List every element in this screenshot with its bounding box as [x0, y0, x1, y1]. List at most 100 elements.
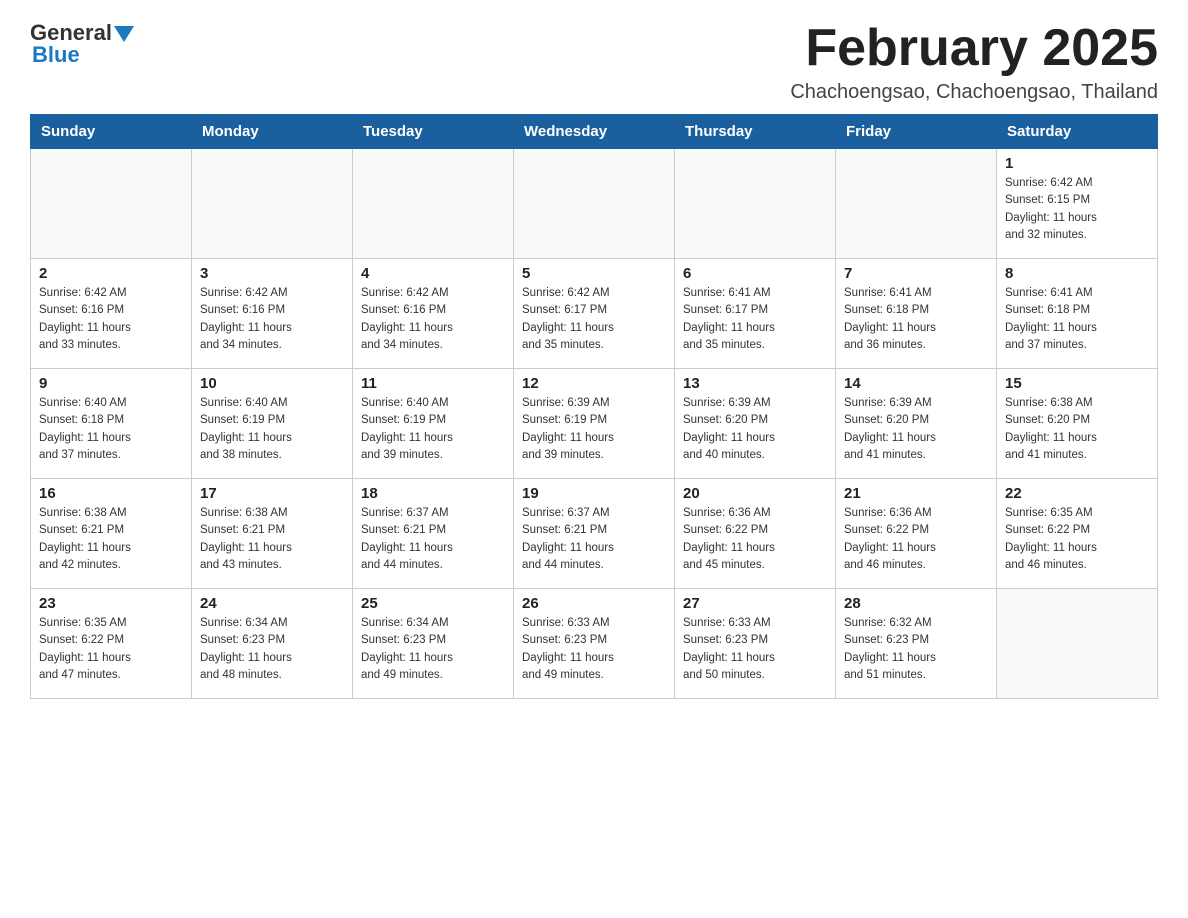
title-area: February 2025 Chachoengsao, Chachoengsao…: [790, 20, 1158, 104]
calendar-cell: 17 Sunrise: 6:38 AMSunset: 6:21 PMDayligh…: [192, 479, 353, 589]
calendar-cell: 22 Sunrise: 6:35 AMSunset: 6:22 PMDayligh…: [997, 479, 1158, 589]
day-number: 24: [200, 595, 344, 612]
calendar-cell: 12 Sunrise: 6:39 AMSunset: 6:19 PMDayligh…: [514, 369, 675, 479]
day-number: 2: [39, 265, 183, 282]
day-info: Sunrise: 6:42 AMSunset: 6:16 PMDaylight:…: [200, 285, 344, 354]
day-info: Sunrise: 6:42 AMSunset: 6:15 PMDaylight:…: [1005, 175, 1149, 244]
calendar-cell: [192, 149, 353, 259]
day-number: 21: [844, 485, 988, 502]
calendar-cell: 9 Sunrise: 6:40 AMSunset: 6:18 PMDaylight…: [31, 369, 192, 479]
col-monday: Monday: [192, 115, 353, 149]
calendar-cell: 20 Sunrise: 6:36 AMSunset: 6:22 PMDayligh…: [675, 479, 836, 589]
calendar-cell: [353, 149, 514, 259]
day-number: 4: [361, 265, 505, 282]
calendar-table: Sunday Monday Tuesday Wednesday Thursday…: [30, 114, 1158, 699]
logo-triangle-icon: [114, 26, 134, 42]
calendar-cell: 13 Sunrise: 6:39 AMSunset: 6:20 PMDayligh…: [675, 369, 836, 479]
calendar-cell: 18Sunrise: 6:37 AMSunset: 6:21 PMDayligh…: [353, 479, 514, 589]
day-info: Sunrise: 6:39 AMSunset: 6:19 PMDaylight:…: [522, 395, 666, 464]
calendar-week-row: 9 Sunrise: 6:40 AMSunset: 6:18 PMDaylight…: [31, 369, 1158, 479]
day-info: Sunrise: 6:35 AMSunset: 6:22 PMDaylight:…: [39, 615, 183, 684]
day-number: 15: [1005, 375, 1149, 392]
location-title: Chachoengsao, Chachoengsao, Thailand: [790, 81, 1158, 104]
month-title: February 2025: [790, 20, 1158, 77]
day-number: 5: [522, 265, 666, 282]
day-info: Sunrise: 6:42 AMSunset: 6:17 PMDaylight:…: [522, 285, 666, 354]
calendar-cell: 6Sunrise: 6:41 AMSunset: 6:17 PMDaylight…: [675, 259, 836, 369]
day-info: Sunrise: 6:36 AMSunset: 6:22 PMDaylight:…: [844, 505, 988, 574]
col-friday: Friday: [836, 115, 997, 149]
day-number: 8: [1005, 265, 1149, 282]
logo-blue-text: Blue: [30, 42, 80, 68]
day-number: 27: [683, 595, 827, 612]
col-tuesday: Tuesday: [353, 115, 514, 149]
calendar-cell: 1Sunrise: 6:42 AMSunset: 6:15 PMDaylight…: [997, 149, 1158, 259]
col-wednesday: Wednesday: [514, 115, 675, 149]
day-number: 6: [683, 265, 827, 282]
day-info: Sunrise: 6:40 AMSunset: 6:18 PMDaylight:…: [39, 395, 183, 464]
calendar-cell: [997, 589, 1158, 699]
calendar-cell: 27Sunrise: 6:33 AMSunset: 6:23 PMDayligh…: [675, 589, 836, 699]
day-number: 20: [683, 485, 827, 502]
logo: General Blue: [30, 20, 134, 68]
calendar-cell: [514, 149, 675, 259]
day-info: Sunrise: 6:40 AMSunset: 6:19 PMDaylight:…: [361, 395, 505, 464]
calendar-week-row: 16 Sunrise: 6:38 AMSunset: 6:21 PMDayligh…: [31, 479, 1158, 589]
day-info: Sunrise: 6:37 AMSunset: 6:21 PMDaylight:…: [361, 505, 505, 574]
day-number: 19: [522, 485, 666, 502]
calendar-cell: 11 Sunrise: 6:40 AMSunset: 6:19 PMDayligh…: [353, 369, 514, 479]
day-number: 25: [361, 595, 505, 612]
calendar-cell: 10 Sunrise: 6:40 AMSunset: 6:19 PMDayligh…: [192, 369, 353, 479]
calendar-cell: 21 Sunrise: 6:36 AMSunset: 6:22 PMDayligh…: [836, 479, 997, 589]
calendar-cell: [31, 149, 192, 259]
calendar-cell: 23Sunrise: 6:35 AMSunset: 6:22 PMDayligh…: [31, 589, 192, 699]
day-info: Sunrise: 6:38 AMSunset: 6:21 PMDaylight:…: [39, 505, 183, 574]
calendar-cell: [836, 149, 997, 259]
calendar-cell: 4Sunrise: 6:42 AMSunset: 6:16 PMDaylight…: [353, 259, 514, 369]
col-saturday: Saturday: [997, 115, 1158, 149]
calendar-cell: 28 Sunrise: 6:32 AMSunset: 6:23 PMDayligh…: [836, 589, 997, 699]
day-info: Sunrise: 6:40 AMSunset: 6:19 PMDaylight:…: [200, 395, 344, 464]
day-info: Sunrise: 6:39 AMSunset: 6:20 PMDaylight:…: [844, 395, 988, 464]
day-number: 13: [683, 375, 827, 392]
day-info: Sunrise: 6:35 AMSunset: 6:22 PMDaylight:…: [1005, 505, 1149, 574]
day-info: Sunrise: 6:34 AMSunset: 6:23 PMDaylight:…: [200, 615, 344, 684]
day-number: 22: [1005, 485, 1149, 502]
calendar-cell: 19 Sunrise: 6:37 AMSunset: 6:21 PMDayligh…: [514, 479, 675, 589]
day-info: Sunrise: 6:41 AMSunset: 6:18 PMDaylight:…: [1005, 285, 1149, 354]
day-info: Sunrise: 6:42 AMSunset: 6:16 PMDaylight:…: [39, 285, 183, 354]
col-thursday: Thursday: [675, 115, 836, 149]
day-info: Sunrise: 6:38 AMSunset: 6:21 PMDaylight:…: [200, 505, 344, 574]
day-number: 14: [844, 375, 988, 392]
day-info: Sunrise: 6:36 AMSunset: 6:22 PMDaylight:…: [683, 505, 827, 574]
day-number: 17: [200, 485, 344, 502]
calendar-cell: 25Sunrise: 6:34 AMSunset: 6:23 PMDayligh…: [353, 589, 514, 699]
day-info: Sunrise: 6:41 AMSunset: 6:18 PMDaylight:…: [844, 285, 988, 354]
day-number: 3: [200, 265, 344, 282]
calendar-cell: 5 Sunrise: 6:42 AMSunset: 6:17 PMDaylight…: [514, 259, 675, 369]
day-info: Sunrise: 6:37 AMSunset: 6:21 PMDaylight:…: [522, 505, 666, 574]
day-info: Sunrise: 6:33 AMSunset: 6:23 PMDaylight:…: [522, 615, 666, 684]
day-number: 10: [200, 375, 344, 392]
day-number: 9: [39, 375, 183, 392]
calendar-cell: 2 Sunrise: 6:42 AMSunset: 6:16 PMDaylight…: [31, 259, 192, 369]
day-info: Sunrise: 6:32 AMSunset: 6:23 PMDaylight:…: [844, 615, 988, 684]
calendar-cell: 26 Sunrise: 6:33 AMSunset: 6:23 PMDayligh…: [514, 589, 675, 699]
day-info: Sunrise: 6:39 AMSunset: 6:20 PMDaylight:…: [683, 395, 827, 464]
day-info: Sunrise: 6:38 AMSunset: 6:20 PMDaylight:…: [1005, 395, 1149, 464]
calendar-week-row: 2 Sunrise: 6:42 AMSunset: 6:16 PMDaylight…: [31, 259, 1158, 369]
day-number: 11: [361, 375, 505, 392]
day-number: 16: [39, 485, 183, 502]
day-number: 26: [522, 595, 666, 612]
day-number: 7: [844, 265, 988, 282]
day-number: 28: [844, 595, 988, 612]
calendar-cell: [675, 149, 836, 259]
calendar-header-row: Sunday Monday Tuesday Wednesday Thursday…: [31, 115, 1158, 149]
calendar-week-row: 23Sunrise: 6:35 AMSunset: 6:22 PMDayligh…: [31, 589, 1158, 699]
col-sunday: Sunday: [31, 115, 192, 149]
day-number: 12: [522, 375, 666, 392]
calendar-cell: 16 Sunrise: 6:38 AMSunset: 6:21 PMDayligh…: [31, 479, 192, 589]
calendar-cell: 3 Sunrise: 6:42 AMSunset: 6:16 PMDaylight…: [192, 259, 353, 369]
page-header: General Blue February 2025 Chachoengsao,…: [30, 20, 1158, 104]
calendar-week-row: 1Sunrise: 6:42 AMSunset: 6:15 PMDaylight…: [31, 149, 1158, 259]
